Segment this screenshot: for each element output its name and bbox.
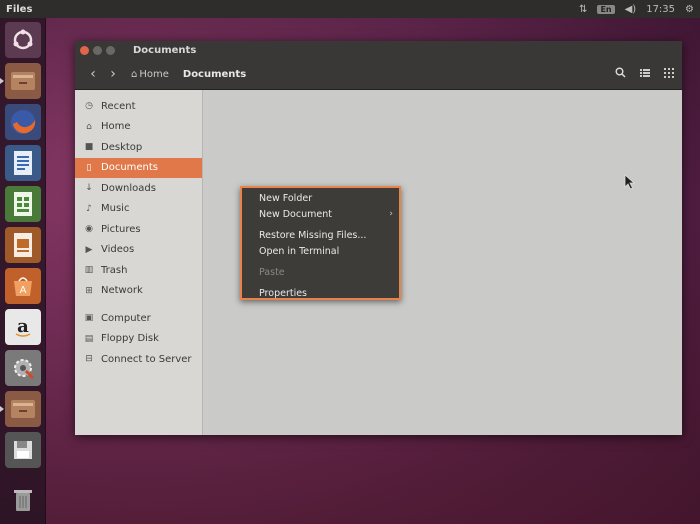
minimize-window-button[interactable]	[93, 45, 102, 55]
places-sidebar: ◷ Recent ⌂ Home ■ Desktop ▯ Documents ↓ Downl…	[75, 90, 203, 435]
sidebar-item-network[interactable]: ⊞ Network	[75, 281, 202, 302]
sidebar-item-floppy-disk[interactable]: ▤ Floppy Disk	[75, 329, 202, 350]
sidebar-item-recent[interactable]: ◷ Recent	[75, 96, 202, 117]
sidebar-item-downloads[interactable]: ↓ Downloads	[75, 178, 202, 199]
menu-item-new-document[interactable]: New Document ›	[242, 206, 399, 222]
sidebar-item-computer[interactable]: ▣ Computer	[75, 308, 202, 329]
folder-icon: ■	[84, 142, 94, 153]
top-panel: Files ⇅ En ◀) 17:35 ⚙	[0, 0, 700, 18]
breadcrumb-documents[interactable]: Documents	[183, 69, 246, 80]
breadcrumb-home[interactable]: ⌂ Home	[131, 69, 169, 80]
system-tray: ⇅ En ◀) 17:35 ⚙	[579, 4, 694, 15]
window-titlebar[interactable]: Documents	[75, 41, 682, 59]
search-icon[interactable]	[615, 67, 626, 81]
svg-text:A: A	[19, 285, 26, 296]
music-icon: ♪	[86, 203, 92, 214]
close-window-button[interactable]	[80, 45, 89, 55]
clock-icon: ◷	[85, 101, 93, 112]
camera-icon: ◉	[85, 224, 93, 235]
sidebar-item-pictures[interactable]: ◉ Pictures	[75, 219, 202, 240]
list-view-icon[interactable]	[640, 68, 650, 81]
mouse-pointer-icon	[624, 174, 636, 194]
back-button[interactable]: ‹	[83, 66, 103, 82]
menu-item-restore-missing-files[interactable]: Restore Missing Files...	[242, 227, 399, 243]
libreoffice-writer-icon[interactable]	[4, 145, 41, 181]
download-icon: ↓	[85, 183, 93, 194]
window-title: Documents	[133, 44, 197, 56]
files-app-icon[interactable]	[0, 63, 41, 99]
sidebar-item-desktop[interactable]: ■ Desktop	[75, 137, 202, 158]
computer-icon: ▣	[84, 313, 94, 324]
ubuntu-software-icon[interactable]: A	[4, 268, 41, 304]
toolbar-actions	[615, 67, 674, 81]
sidebar-item-home[interactable]: ⌂ Home	[75, 117, 202, 138]
system-settings-icon[interactable]	[4, 350, 41, 386]
network-icon: ⊞	[85, 285, 93, 296]
grid-view-icon[interactable]	[664, 67, 674, 81]
home-icon: ⌂	[86, 121, 92, 132]
sidebar-item-documents[interactable]: ▯ Documents	[75, 157, 202, 178]
libreoffice-impress-icon[interactable]	[4, 227, 41, 263]
volume-icon[interactable]: ◀)	[625, 4, 637, 15]
floppy-icon: ▤	[84, 333, 94, 344]
menu-item-new-folder[interactable]: New Folder	[242, 190, 399, 206]
sidebar-item-trash[interactable]: ▥ Trash	[75, 260, 202, 281]
breadcrumb: ⌂ Home Documents	[131, 69, 246, 80]
firefox-icon[interactable]	[4, 104, 41, 140]
chevron-right-icon: ›	[389, 209, 393, 219]
menu-item-open-in-terminal[interactable]: Open in Terminal	[242, 243, 399, 259]
sidebar-item-videos[interactable]: ▶ Videos	[75, 240, 202, 261]
floppy-disk-icon[interactable]	[4, 432, 41, 468]
libreoffice-calc-icon[interactable]	[4, 186, 41, 222]
toolbar: ‹ › ⌂ Home Documents	[75, 59, 682, 90]
menu-item-paste: Paste	[259, 266, 285, 278]
video-icon: ▶	[85, 244, 93, 255]
sidebar-item-music[interactable]: ♪ Music	[75, 199, 202, 220]
clock[interactable]: 17:35	[646, 4, 675, 15]
keyboard-layout-indicator[interactable]: En	[597, 4, 615, 14]
document-icon: ▯	[86, 162, 92, 173]
trash-icon: ▥	[84, 265, 94, 276]
ubuntu-dash-icon[interactable]	[4, 22, 41, 58]
maximize-window-button[interactable]	[106, 45, 115, 55]
server-icon: ⊟	[85, 354, 93, 365]
trash-icon[interactable]	[5, 482, 41, 518]
forward-button[interactable]: ›	[103, 66, 123, 82]
svg-text:a: a	[17, 316, 29, 337]
sidebar-item-connect-to-server[interactable]: ⊟ Connect to Server	[75, 349, 202, 370]
power-gear-icon[interactable]: ⚙	[685, 4, 694, 15]
context-menu: New Folder New Document › Restore Missing…	[240, 186, 401, 300]
launcher: A a	[0, 18, 46, 524]
amazon-icon[interactable]: a	[4, 309, 41, 345]
files-app-icon-2[interactable]	[0, 391, 41, 427]
active-app-name: Files	[6, 3, 33, 15]
network-updown-icon[interactable]: ⇅	[579, 4, 587, 15]
home-icon: ⌂	[131, 68, 138, 80]
menu-item-properties[interactable]: Properties	[242, 285, 399, 301]
